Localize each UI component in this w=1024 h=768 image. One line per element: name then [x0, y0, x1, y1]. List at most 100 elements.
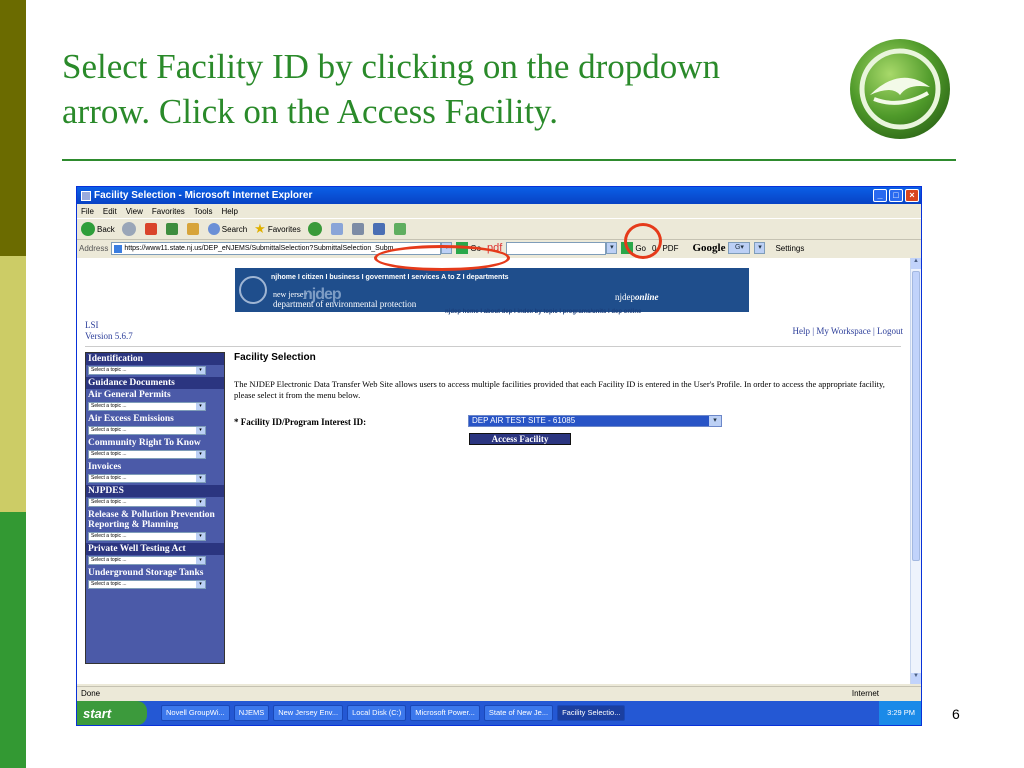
- taskbar-item-groupwise[interactable]: Novell GroupWi...: [161, 705, 230, 721]
- leaf-logo-icon: [850, 39, 950, 139]
- topic-sidebar: Identification Select a topic ... ▾ Guida…: [85, 352, 225, 664]
- taskbar-item-state-of-nj[interactable]: State of New Je...: [483, 705, 554, 721]
- forward-button[interactable]: [121, 222, 138, 236]
- njdep-online-suffix: online: [635, 292, 659, 302]
- topic-select[interactable]: Select a topic ... ▾: [88, 474, 206, 483]
- access-facility-button[interactable]: Access Facility: [469, 433, 571, 445]
- chevron-down-icon: ▾: [196, 557, 205, 564]
- topic-select-value: Select a topic ...: [91, 427, 127, 433]
- njdep-links[interactable]: njdep home I about dep I index by topic …: [445, 309, 641, 315]
- print-icon: [351, 223, 364, 235]
- chevron-down-icon[interactable]: ▾: [709, 416, 721, 426]
- taskbar: start Novell GroupWi... NJEMS New Jersey…: [77, 701, 921, 725]
- taskbar-item-njems[interactable]: NJEMS: [233, 705, 270, 721]
- form-title: Facility Selection: [234, 352, 316, 363]
- menu-file[interactable]: File: [81, 207, 94, 216]
- sidebar-heading-njpdes: NJPDES: [86, 485, 224, 497]
- menu-edit[interactable]: Edit: [103, 207, 117, 216]
- topic-select[interactable]: Select a topic ... ▾: [88, 498, 206, 507]
- mail-button[interactable]: [330, 223, 345, 235]
- chevron-down-icon: ▾: [196, 403, 205, 410]
- close-button[interactable]: ×: [905, 189, 919, 202]
- topic-select[interactable]: Select a topic ... ▾: [88, 366, 206, 375]
- stop-button[interactable]: [144, 223, 159, 235]
- start-button[interactable]: start: [77, 701, 147, 725]
- taskbar-item-powerpoint[interactable]: Microsoft Power...: [410, 705, 480, 721]
- slide-left-bar-middle: [0, 256, 26, 512]
- maximize-button[interactable]: □: [889, 189, 903, 202]
- sidebar-heading-community: Community Right To Know: [86, 437, 224, 449]
- google-toolbar-logo[interactable]: Google: [692, 242, 725, 254]
- version-label: Version 5.6.7: [85, 331, 133, 341]
- star-icon: ★: [254, 221, 266, 236]
- topic-select-value: Select a topic ...: [91, 499, 127, 505]
- refresh-button[interactable]: [165, 223, 180, 235]
- google-search-box[interactable]: G▾: [728, 242, 751, 254]
- refresh-icon: [165, 223, 178, 235]
- topic-select[interactable]: Select a topic ... ▾: [88, 532, 206, 541]
- facility-selection-panel: Facility Selection The NJDEP Electronic …: [234, 352, 904, 445]
- chevron-down-icon: ▾: [196, 367, 205, 374]
- sidebar-heading-ust: Underground Storage Tanks: [86, 567, 224, 579]
- banner-links[interactable]: njhome I citizen I business I government…: [271, 274, 509, 281]
- chevron-down-icon: ▾: [196, 533, 205, 540]
- scroll-down-button[interactable]: ▼: [911, 673, 921, 684]
- chevron-down-icon: ▾: [196, 581, 205, 588]
- menu-view[interactable]: View: [126, 207, 143, 216]
- chevron-down-icon: ▾: [196, 427, 205, 434]
- taskbar-item-new-jersey-env[interactable]: New Jersey Env...: [273, 705, 344, 721]
- ie-icon: [81, 190, 91, 201]
- department-name: department of environmental protection: [273, 299, 417, 309]
- topic-select[interactable]: Select a topic ... ▾: [88, 450, 206, 459]
- topic-select[interactable]: Select a topic ... ▾: [88, 426, 206, 435]
- window-title: Facility Selection - Microsoft Internet …: [94, 190, 313, 201]
- start-label: start: [83, 705, 112, 721]
- lsi-version: LSI Version 5.6.7: [85, 320, 133, 342]
- sidebar-heading-air-excess: Air Excess Emissions: [86, 413, 224, 425]
- vertical-scrollbar[interactable]: ▲ ▼: [910, 258, 921, 684]
- taskbar-item-local-disk[interactable]: Local Disk (C:): [347, 705, 407, 721]
- history-button[interactable]: [307, 222, 324, 236]
- google-settings[interactable]: Settings: [775, 244, 804, 253]
- taskbar-item-facility-selection[interactable]: Facility Selectio...: [557, 705, 626, 721]
- facility-id-label: * Facility ID/Program Interest ID:: [234, 417, 367, 427]
- favorites-button[interactable]: ★ Favorites: [254, 221, 301, 237]
- messenger-button[interactable]: [393, 223, 408, 235]
- slide-title-line-1: Select Facility ID by clicking on the dr…: [62, 47, 721, 86]
- edit-button[interactable]: [372, 223, 387, 235]
- facility-id-select[interactable]: DEP AIR TEST SITE - 61085 ▾: [468, 415, 722, 427]
- back-arrow-icon: [81, 222, 95, 236]
- toolbar-search-dropdown[interactable]: ▾: [606, 242, 618, 254]
- home-icon: [186, 223, 199, 235]
- pdf-button[interactable]: PDF: [662, 244, 678, 253]
- menu-help[interactable]: Help: [221, 207, 237, 216]
- search-label: Search: [221, 224, 248, 234]
- print-button[interactable]: [351, 223, 366, 235]
- scroll-up-button[interactable]: ▲: [911, 258, 921, 269]
- google-dropdown[interactable]: ▾: [754, 242, 766, 254]
- njdep-online-label: njdeponline: [615, 292, 659, 302]
- facility-field-row: * Facility ID/Program Interest ID: DEP A…: [234, 415, 904, 445]
- menu-tools[interactable]: Tools: [194, 207, 213, 216]
- help-links[interactable]: Help | My Workspace | Logout: [793, 326, 903, 336]
- search-button[interactable]: Search: [207, 223, 248, 235]
- toolbar-search-input[interactable]: [506, 241, 607, 255]
- minimize-button[interactable]: _: [873, 189, 887, 202]
- dropdown-highlight-circle: [624, 223, 662, 259]
- slide-left-bar-top: [0, 0, 26, 256]
- status-text: Done: [81, 689, 101, 698]
- topic-select[interactable]: Select a topic ... ▾: [88, 556, 206, 565]
- back-button[interactable]: Back: [81, 222, 115, 236]
- home-button[interactable]: [186, 223, 201, 235]
- scroll-thumb[interactable]: [912, 271, 920, 561]
- topic-select[interactable]: Select a topic ... ▾: [88, 402, 206, 411]
- sidebar-subheading-air-general: Air General Permits: [86, 389, 224, 401]
- topic-select-value: Select a topic ...: [91, 557, 127, 563]
- menu-favorites[interactable]: Favorites: [152, 207, 185, 216]
- topic-select-value: Select a topic ...: [91, 451, 127, 457]
- status-bar: Done Internet: [77, 686, 921, 700]
- slide-page-number: 6: [952, 706, 960, 722]
- access-button-highlight-ellipse: [374, 245, 510, 271]
- menu-bar: File Edit View Favorites Tools Help: [77, 204, 921, 218]
- topic-select[interactable]: Select a topic ... ▾: [88, 580, 206, 589]
